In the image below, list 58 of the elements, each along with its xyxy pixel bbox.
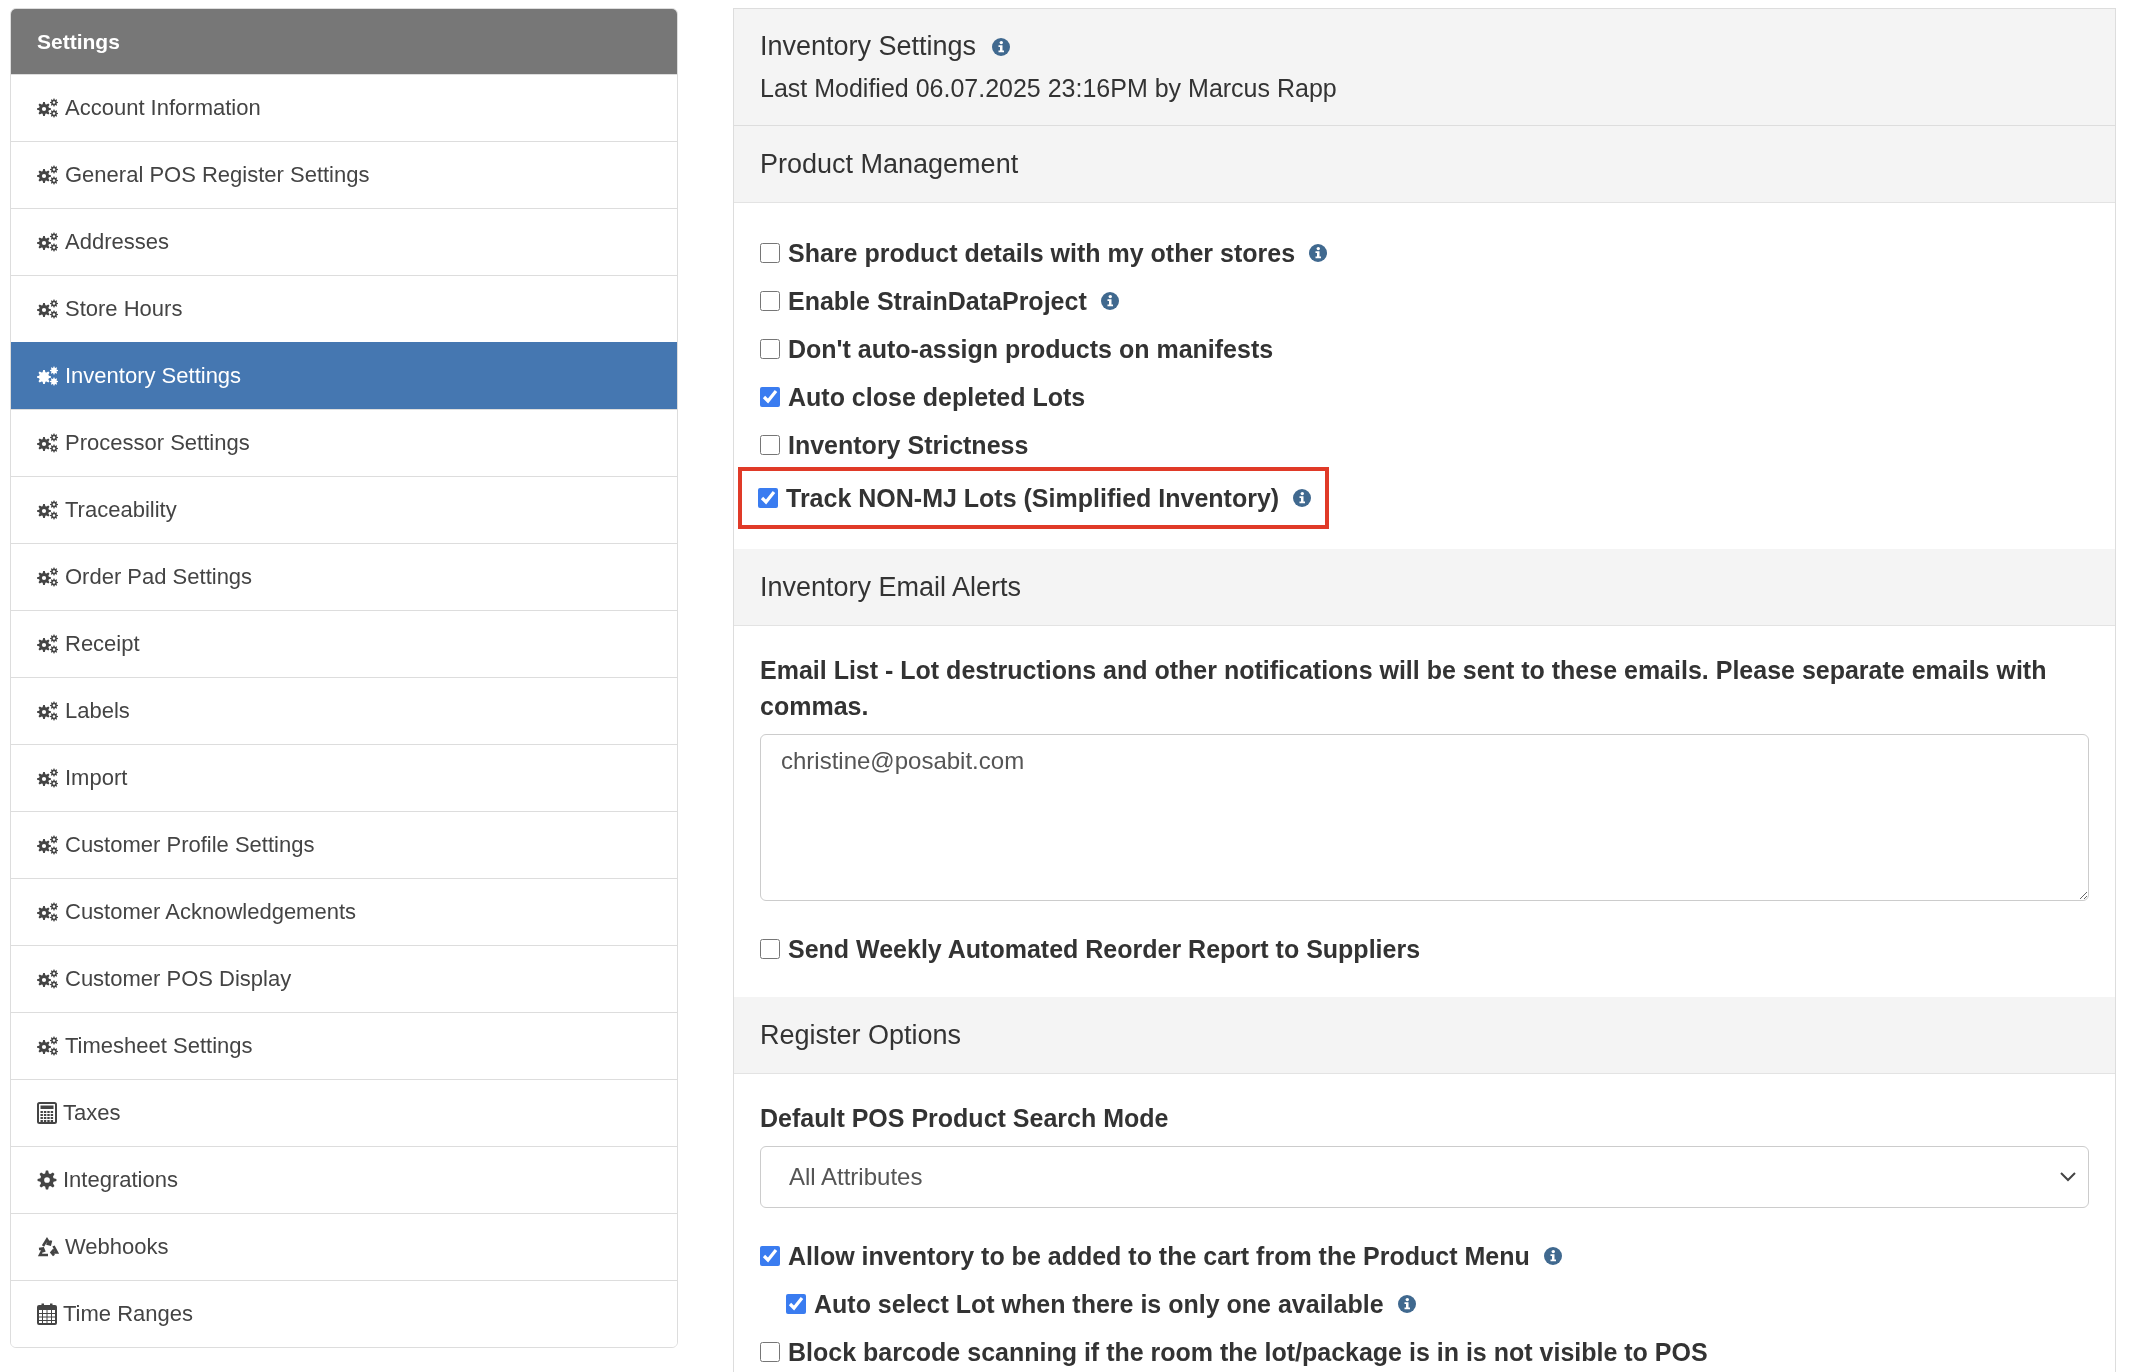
section-title: Register Options — [760, 1019, 962, 1051]
gear-icon — [37, 1170, 57, 1190]
gears-icon — [37, 500, 59, 520]
checkbox-label: Allow inventory to be added to the cart from the Product Menu — [788, 1241, 1530, 1271]
checkbox-label: Auto close depleted Lots — [788, 382, 1086, 412]
gears-icon — [37, 366, 59, 386]
field-label: Email List - Lot destructions and other notifications will be sent to these emails. Please separate emails with commas. — [760, 655, 2048, 722]
sidebar-item[interactable]: Inventory Settings — [11, 342, 677, 409]
gears-icon — [37, 969, 59, 989]
info-icon[interactable] — [1309, 244, 1328, 262]
gears-icon — [37, 232, 59, 252]
info-icon[interactable] — [1293, 489, 1312, 507]
gears-icon — [37, 768, 59, 788]
sidebar-item[interactable]: Time Ranges — [11, 1280, 677, 1347]
recycle-icon — [37, 1237, 59, 1257]
checkbox[interactable] — [760, 387, 780, 407]
gears-icon — [37, 634, 59, 654]
info-icon[interactable] — [1543, 1247, 1562, 1265]
section-title: Inventory Email Alerts — [760, 571, 1022, 603]
checkbox-label: Enable StrainDataProject — [788, 286, 1087, 316]
checkbox[interactable] — [760, 1246, 780, 1266]
gears-icon — [37, 433, 59, 453]
info-icon[interactable] — [1397, 1295, 1416, 1313]
checkbox-label: Share product details with my other stores — [788, 238, 1296, 268]
last-modified-text: Last Modified 06.07.2025 23:16PM by Marcus Rapp — [760, 74, 1338, 103]
checkbox[interactable] — [760, 435, 780, 455]
checkbox[interactable] — [760, 243, 780, 263]
checkbox-label: Auto select Lot when there is only one available — [814, 1289, 1384, 1319]
info-icon[interactable] — [1100, 292, 1119, 310]
checkbox[interactable] — [760, 339, 780, 359]
gears-icon — [37, 701, 59, 721]
checkbox-label: Block barcode scanning if the room the lot/package is in is not visible to POS — [788, 1337, 1708, 1367]
search-mode-dropdown[interactable]: All Attributes — [760, 1146, 2089, 1208]
checkbox-label: Don't auto-assign products on manifests — [788, 334, 1274, 364]
checkbox[interactable] — [760, 291, 780, 311]
gears-icon — [37, 835, 59, 855]
gears-icon — [37, 1036, 59, 1056]
gears-icon — [37, 98, 59, 118]
checkbox-label: Send Weekly Automated Reorder Report to Suppliers — [788, 934, 1421, 964]
gears-icon — [37, 299, 59, 319]
calendar-icon — [37, 1303, 57, 1325]
checkbox[interactable] — [760, 1342, 780, 1362]
gears-icon — [37, 902, 59, 922]
checkbox[interactable] — [758, 488, 778, 508]
calculator-icon — [37, 1102, 57, 1124]
checkbox-label: Track NON-MJ Lots (Simplified Inventory) — [786, 483, 1280, 513]
field-label: Default POS Product Search Mode — [760, 1103, 1170, 1134]
chevron-down-icon — [2060, 1172, 2076, 1182]
gears-icon — [37, 165, 59, 185]
checkbox-label: Inventory Strictness — [788, 430, 1029, 460]
checkbox[interactable] — [786, 1294, 806, 1314]
sidebar-title: Settings — [11, 9, 677, 74]
info-icon[interactable] — [992, 37, 1011, 56]
email-list-field[interactable]: christine@posabit.com — [760, 734, 2089, 901]
section-title: Product Management — [760, 148, 1019, 180]
panel-title: Inventory Settings — [760, 31, 977, 62]
checkbox[interactable] — [760, 939, 780, 959]
gears-icon — [37, 567, 59, 587]
